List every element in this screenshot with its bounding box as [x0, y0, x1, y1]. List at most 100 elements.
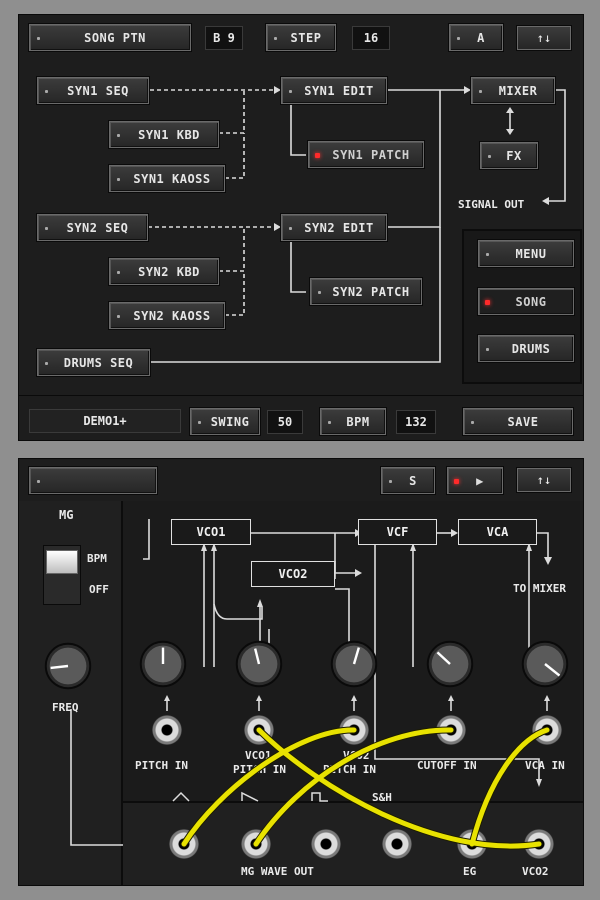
vco1-module[interactable]: VCO1	[171, 519, 251, 545]
vca-module[interactable]: VCA	[458, 519, 537, 545]
swing-value: 50	[267, 410, 303, 434]
pattern-value: B 9	[205, 26, 243, 50]
led-icon	[117, 177, 120, 181]
square-out-jack[interactable]	[311, 829, 341, 859]
vco1-pitch-knob[interactable]	[230, 635, 288, 693]
mg-freq-knob[interactable]	[39, 637, 97, 695]
bpm-button[interactable]: BPM	[320, 408, 386, 435]
step-value: 16	[352, 26, 390, 50]
up-down-arrows-icon[interactable]: ↑↓	[517, 468, 571, 492]
menu-label: MENU	[515, 246, 547, 261]
syn1-patch-button[interactable]: SYN1 PATCH	[308, 141, 424, 168]
vco2-pitch-knob[interactable]	[325, 635, 383, 693]
mode-label: S	[409, 473, 417, 488]
vco1-pitch-in-label-bottom: PITCH IN	[233, 763, 286, 776]
led-icon	[471, 420, 474, 424]
syn2-edit-label: SYN2 EDIT	[304, 220, 374, 235]
syn2-kaoss-label: SYN2 KAOSS	[133, 308, 211, 323]
cutoff-in-label: CUTOFF IN	[417, 759, 477, 772]
led-icon	[289, 226, 292, 230]
vco2-out-jack[interactable]	[524, 829, 554, 859]
led-icon	[318, 290, 321, 294]
vco1-pitch-in-jack[interactable]	[244, 715, 274, 745]
eg-label: EG	[463, 865, 477, 878]
active-led-icon	[454, 478, 459, 484]
song-name-field[interactable]: DEMO1+	[29, 409, 181, 433]
song-ptn-label: SONG PTN	[84, 30, 146, 45]
active-led-icon	[315, 152, 320, 158]
cutoff-in-jack[interactable]	[436, 715, 466, 745]
swing-button[interactable]: SWING	[190, 408, 260, 435]
syn1-kaoss-label: SYN1 KAOSS	[133, 171, 211, 186]
save-label: SAVE	[507, 414, 539, 429]
led-icon	[289, 89, 292, 93]
to-mixer-label: TO MIXER	[513, 582, 566, 595]
drums-button[interactable]: DRUMS	[478, 335, 574, 362]
triangle-out-jack[interactable]	[169, 829, 199, 859]
sequencer-panel: SONG PTN B 9 STEP 16 A ↑↓ SYN1 SEQ SYN1 …	[18, 14, 584, 441]
vco2-pitch-in-label-bottom: PITCH IN	[323, 763, 376, 776]
syn2-seq-label: SYN2 SEQ	[66, 220, 129, 235]
led-icon	[45, 361, 48, 365]
mixer-button[interactable]: MIXER	[471, 77, 555, 104]
track-label: A	[477, 30, 485, 45]
active-led-icon	[485, 299, 490, 305]
vco2-pitch-in-jack[interactable]	[339, 715, 369, 745]
song-ptn-button[interactable]: SONG PTN	[29, 24, 191, 51]
menu-subpanel: MENU SONG DRUMS	[462, 229, 582, 384]
song-button[interactable]: SONG	[478, 288, 574, 315]
drums-seq-label: DRUMS SEQ	[63, 355, 134, 370]
syn2-seq-button[interactable]: SYN2 SEQ	[37, 214, 148, 241]
up-down-arrows-icon[interactable]: ↑↓	[517, 26, 571, 50]
menu-button[interactable]: MENU	[478, 240, 574, 267]
syn1-seq-button[interactable]: SYN1 SEQ	[37, 77, 149, 104]
syn1-edit-label: SYN1 EDIT	[304, 83, 374, 98]
step-button[interactable]: STEP	[266, 24, 336, 51]
vca-in-jack[interactable]	[532, 715, 562, 745]
led-icon	[117, 270, 120, 274]
syn1-kaoss-button[interactable]: SYN1 KAOSS	[109, 165, 225, 192]
syn1-edit-button[interactable]: SYN1 EDIT	[281, 77, 387, 104]
vco2-out-label: VCO2	[522, 865, 549, 878]
bpm-label: BPM	[346, 414, 370, 429]
vca-knob[interactable]	[516, 635, 574, 693]
song-label: SONG	[515, 294, 547, 309]
mg-bpm-label: BPM	[87, 552, 107, 565]
square-wave-icon	[311, 792, 328, 802]
divider	[19, 395, 583, 396]
led-icon	[479, 89, 482, 93]
patch-name-field[interactable]	[29, 467, 157, 494]
led-icon	[198, 420, 201, 424]
eg-out-jack[interactable]	[457, 829, 487, 859]
mg-freq-label: FREQ	[52, 701, 79, 714]
mg-sync-toggle[interactable]	[43, 545, 81, 605]
syn1-kbd-button[interactable]: SYN1 KBD	[109, 121, 219, 148]
syn2-patch-button[interactable]: SYN2 PATCH	[310, 278, 422, 305]
led-icon	[486, 252, 489, 256]
vco2-module[interactable]: VCO2	[251, 561, 335, 587]
syn2-edit-button[interactable]: SYN2 EDIT	[281, 214, 387, 241]
syn2-kbd-button[interactable]: SYN2 KBD	[109, 258, 219, 285]
drums-seq-button[interactable]: DRUMS SEQ	[37, 349, 150, 376]
fx-button[interactable]: FX	[480, 142, 538, 169]
led-icon	[117, 314, 120, 318]
led-icon	[117, 133, 120, 137]
pitch-knob[interactable]	[134, 635, 192, 693]
synth-patch-panel: S ▶ ↑↓ MG BPM OFF VCO1 VCO2 VCF VCA TO M…	[18, 458, 584, 886]
sample-hold-out-jack[interactable]	[382, 829, 412, 859]
vca-in-label: VCA IN	[525, 759, 565, 772]
mode-button[interactable]: S	[381, 467, 435, 494]
cutoff-knob[interactable]	[421, 635, 479, 693]
syn2-kaoss-button[interactable]: SYN2 KAOSS	[109, 302, 225, 329]
pitch-in-jack[interactable]	[152, 715, 182, 745]
drums-label: DRUMS	[511, 341, 551, 356]
led-icon	[45, 89, 48, 93]
track-select-button[interactable]: A	[449, 24, 503, 51]
save-button[interactable]: SAVE	[463, 408, 573, 435]
saw-out-jack[interactable]	[241, 829, 271, 859]
led-icon	[274, 36, 277, 40]
swing-label: SWING	[210, 414, 250, 429]
triangle-wave-icon	[172, 791, 190, 802]
play-button[interactable]: ▶	[447, 467, 503, 494]
vcf-module[interactable]: VCF	[358, 519, 437, 545]
